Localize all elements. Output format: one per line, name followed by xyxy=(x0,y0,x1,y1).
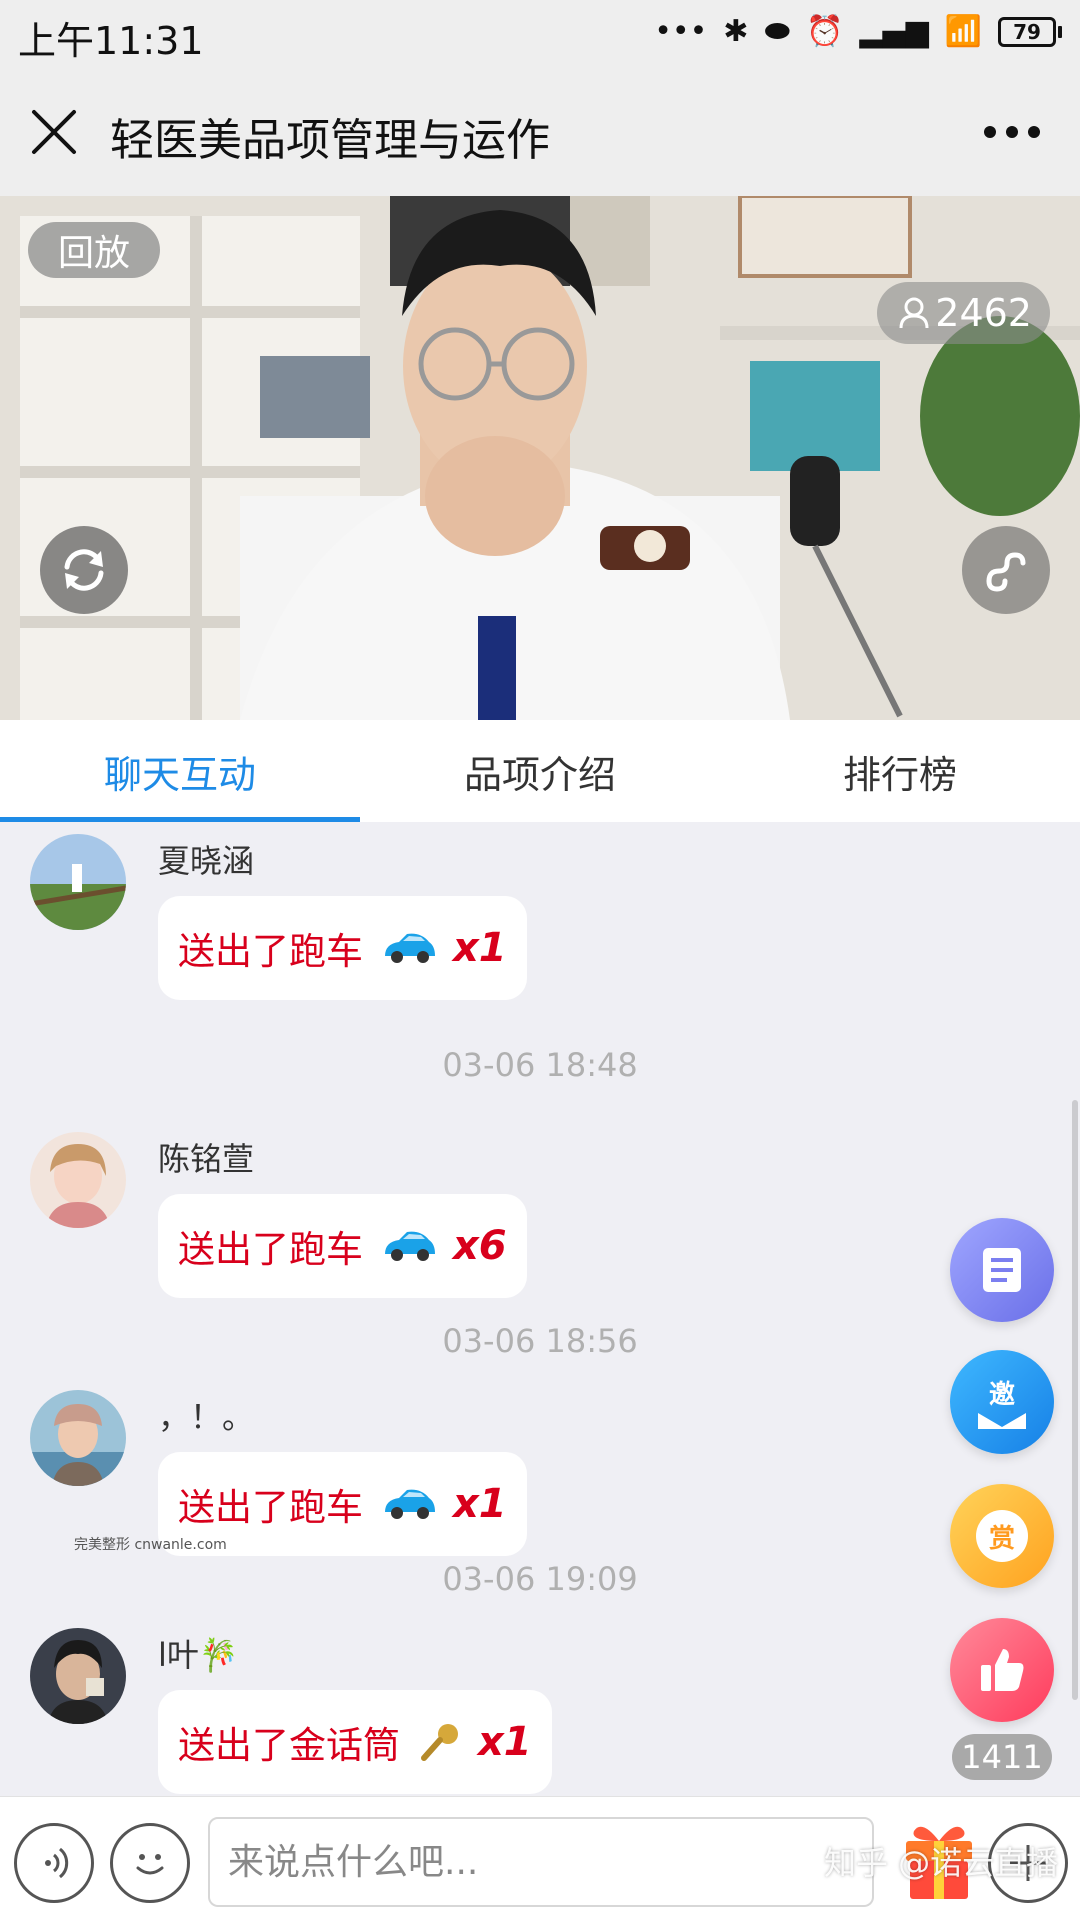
wifi-icon: 📶 xyxy=(944,14,982,49)
like-count: 1411 xyxy=(952,1734,1052,1780)
watermark: 完美整形 cnwanle.com xyxy=(74,1537,227,1553)
gift-count: x1 xyxy=(453,925,507,971)
bluetooth-icon: ✱ xyxy=(723,14,749,49)
gift-text: 送出了金话筒 xyxy=(178,1724,400,1767)
voice-button[interactable] xyxy=(14,1823,94,1903)
signal-icon: ▂▄▆ xyxy=(859,14,929,49)
replay-badge: 回放 xyxy=(28,222,160,278)
more-options-button[interactable] xyxy=(984,126,1040,138)
user-icon xyxy=(899,297,929,329)
document-button[interactable] xyxy=(950,1218,1054,1322)
user-name: l叶🎋 xyxy=(158,1636,239,1674)
like-button[interactable] xyxy=(950,1618,1054,1722)
avatar[interactable] xyxy=(30,834,126,930)
reward-button[interactable]: 赏 xyxy=(950,1484,1054,1588)
status-bar: 上午11:31 ••• ✱ ⬬ ⏰ ▂▄▆ 📶 79 xyxy=(0,0,1080,66)
alarm-icon: ⏰ xyxy=(806,14,844,49)
battery-level: 79 xyxy=(1013,20,1041,44)
gift-count: x1 xyxy=(478,1719,532,1765)
status-time: 上午11:31 xyxy=(18,19,204,63)
video-frame xyxy=(0,196,1080,720)
vibrate-icon: ⬬ xyxy=(764,14,791,49)
gift-text: 送出了跑车 xyxy=(178,930,363,973)
close-icon xyxy=(32,110,76,154)
document-icon xyxy=(983,1248,1021,1292)
tab-leaderboard[interactable]: 排行榜 xyxy=(720,720,1080,822)
tab-bar: 聊天互动 品项介绍 排行榜 xyxy=(0,720,1080,822)
avatar[interactable] xyxy=(30,1628,126,1724)
video-player[interactable]: 回放 2462 xyxy=(0,196,1080,720)
plus-icon xyxy=(1010,1845,1046,1881)
sports-car-icon xyxy=(381,1228,437,1264)
user-name: 夏晓涵 xyxy=(158,842,255,880)
money-bag-icon: 赏 xyxy=(976,1510,1028,1562)
sports-car-icon xyxy=(381,1486,437,1522)
emoji-icon xyxy=(136,1854,164,1875)
gift-count: x1 xyxy=(453,1481,507,1527)
close-button[interactable] xyxy=(28,106,80,158)
title-bar: 轻医美品项管理与运作 xyxy=(0,66,1080,196)
time-divider: 03-06 19:09 xyxy=(442,1560,638,1598)
avatar[interactable] xyxy=(30,1132,126,1228)
microphone-icon xyxy=(418,1722,462,1762)
invite-icon: 邀 xyxy=(976,1374,1028,1431)
time-divider: 03-06 18:48 xyxy=(442,1046,638,1084)
invite-button[interactable]: 邀 xyxy=(950,1350,1054,1454)
user-name: 陈铭萱 xyxy=(158,1140,255,1178)
add-button[interactable] xyxy=(988,1823,1068,1903)
gift-bubble: 送出了跑车 x1 xyxy=(158,896,527,1000)
mini-program-button[interactable] xyxy=(962,526,1050,614)
thumbs-up-icon xyxy=(981,1649,1024,1691)
tab-chat[interactable]: 聊天互动 xyxy=(0,720,360,822)
message-input[interactable] xyxy=(208,1817,874,1907)
gift-text: 送出了跑车 xyxy=(178,1228,363,1271)
mini-program-icon xyxy=(986,552,1026,592)
gift-bubble: 送出了金话筒 x1 xyxy=(158,1690,552,1794)
page-title: 轻医美品项管理与运作 xyxy=(110,115,550,166)
more-dots-icon: ••• xyxy=(654,14,708,49)
gift-box-icon xyxy=(906,1826,972,1899)
rotate-screen-button[interactable] xyxy=(40,526,128,614)
battery-icon: 79 xyxy=(998,17,1062,47)
gift-button[interactable] xyxy=(900,1815,978,1901)
status-icons: ••• ✱ ⬬ ⏰ ▂▄▆ 📶 79 xyxy=(654,14,1062,50)
viewer-count-badge: 2462 xyxy=(877,282,1050,344)
time-divider: 03-06 18:56 xyxy=(442,1322,638,1360)
scrollbar[interactable] xyxy=(1072,1100,1078,1700)
bottom-input-bar xyxy=(0,1796,1080,1920)
sports-car-icon xyxy=(381,930,437,966)
gift-bubble: 送出了跑车 x6 xyxy=(158,1194,527,1298)
chat-list[interactable]: 夏晓涵 送出了跑车 x1 03-06 18:48 陈铭萱 送出了跑车 x6 03… xyxy=(0,822,1080,1796)
avatar[interactable] xyxy=(30,1390,126,1486)
gift-text: 送出了跑车 xyxy=(178,1486,363,1529)
gift-count: x6 xyxy=(453,1223,507,1269)
rotate-icon xyxy=(64,549,104,591)
viewer-count: 2462 xyxy=(935,291,1032,335)
voice-icon xyxy=(45,1847,69,1879)
tab-item-intro[interactable]: 品项介绍 xyxy=(360,720,720,822)
emoji-button[interactable] xyxy=(110,1823,190,1903)
user-name: ，！。 xyxy=(158,1398,255,1436)
